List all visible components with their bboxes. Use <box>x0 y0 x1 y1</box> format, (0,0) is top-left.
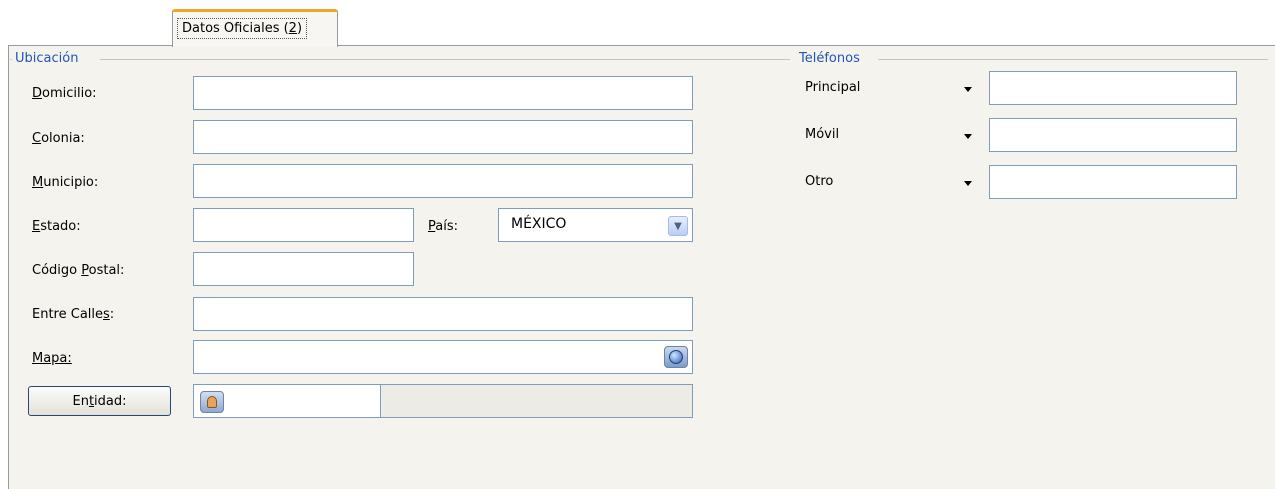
telefono-principal-field[interactable] <box>989 71 1237 105</box>
mapa-field[interactable] <box>193 340 693 374</box>
municipio-field[interactable] <box>193 164 693 198</box>
telefono-otro-label: Otro <box>805 174 834 189</box>
estado-field[interactable] <box>193 208 414 242</box>
telefono-principal-label: Principal <box>805 80 861 95</box>
domicilio-field[interactable] <box>193 76 693 110</box>
entidad-lookup-field[interactable] <box>193 384 381 418</box>
dropdown-arrow-icon[interactable] <box>964 134 972 139</box>
dropdown-arrow-icon[interactable] <box>964 87 972 92</box>
pais-selected-value: MÉXICO <box>511 216 567 232</box>
chevron-down-icon[interactable]: ▼ <box>668 216 688 236</box>
entre-calles-field[interactable] <box>193 297 693 331</box>
estado-label: Estado: <box>32 219 81 234</box>
entidad-button[interactable]: En t idad: <box>28 386 171 416</box>
colonia-label: Colonia: <box>32 131 85 146</box>
tab-datos-oficiales[interactable]: Datos Oficiales (2) <box>172 9 338 47</box>
ubicacion-group-line <box>100 59 790 60</box>
ubicacion-group-title: Ubicación <box>12 51 82 67</box>
person-search-icon[interactable] <box>200 391 224 413</box>
dropdown-arrow-icon[interactable] <box>964 181 972 186</box>
colonia-field[interactable] <box>193 120 693 154</box>
globe-icon[interactable] <box>664 346 688 368</box>
telefono-movil-field[interactable] <box>989 118 1237 152</box>
telefono-otro-field[interactable] <box>989 165 1237 199</box>
pais-select[interactable]: MÉXICO ▼ <box>498 208 693 242</box>
tab-datos-oficiales-label: Datos Oficiales (2) <box>177 18 308 39</box>
entidad-description-field <box>380 384 693 418</box>
mapa-label: Mapa: <box>32 351 72 366</box>
telefonos-group-line <box>878 59 1268 60</box>
telefono-movil-label: Móvil <box>805 127 840 142</box>
telefonos-group-title: Teléfonos <box>796 51 863 67</box>
entre-calles-label: Entre Calles: <box>32 307 115 322</box>
codigo-postal-label: Código Postal: <box>32 263 125 278</box>
pais-label: País: <box>428 219 458 234</box>
codigo-postal-field[interactable] <box>193 252 414 286</box>
domicilio-label: Domicilio: <box>32 86 97 101</box>
municipio-label: Municipio: <box>32 175 99 190</box>
